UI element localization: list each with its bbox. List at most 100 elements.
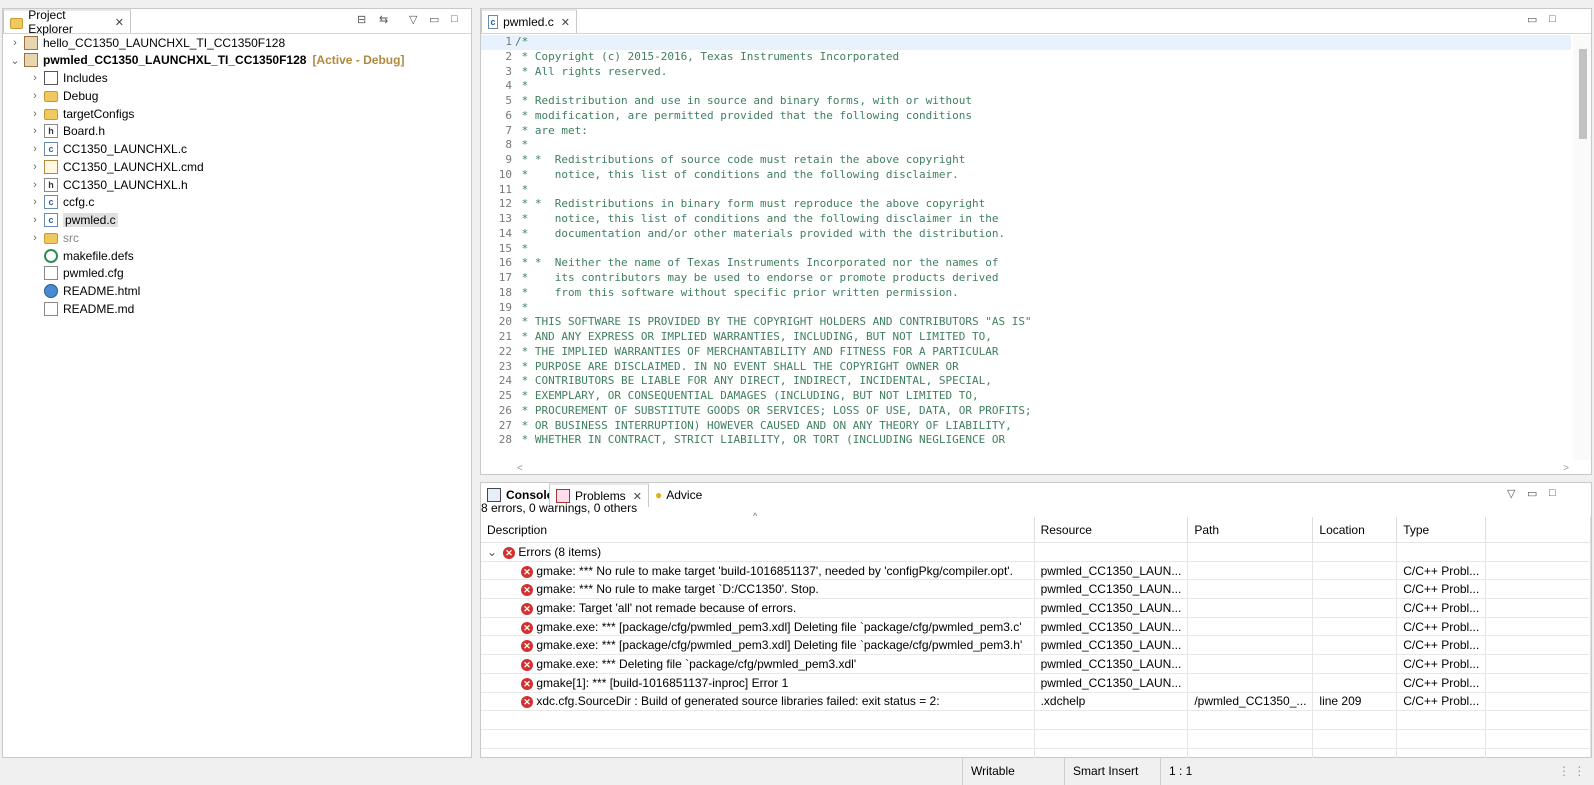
problem-resource: pwmled_CC1350_LAUN...: [1034, 598, 1189, 618]
tree-item[interactable]: › c pwmled.c: [29, 212, 118, 229]
link-editor-icon[interactable]: ⇆: [379, 13, 388, 26]
chevron-right-icon[interactable]: ›: [29, 179, 41, 191]
minimize-icon[interactable]: ▭: [1527, 487, 1537, 500]
c-file-icon: c: [488, 15, 499, 29]
code-text: * * Redistributions in binary form must …: [515, 197, 986, 211]
project-name: pwmled_CC1350_LAUNCHXL_TI_CC1350F128: [43, 53, 307, 68]
scroll-left-icon[interactable]: <: [517, 463, 523, 474]
problem-description[interactable]: ✕ gmake: *** No rule to make target `D:/…: [481, 579, 1035, 600]
problem-row[interactable]: ✕ gmake.exe: *** [package/cfg/pwmled_pem…: [481, 635, 1591, 656]
tree-item[interactable]: › h Board.h: [29, 123, 105, 140]
project-name: hello_CC1350_LAUNCHXL_TI_CC1350F128: [43, 35, 286, 50]
tab-project-explorer[interactable]: Project Explorer ✕: [3, 8, 131, 36]
minimize-icon[interactable]: ▭: [429, 13, 439, 26]
problem-row[interactable]: ✕ gmake: *** No rule to make target 'bui…: [481, 561, 1591, 581]
problem-path: [1187, 598, 1314, 618]
errors-group-cell[interactable]: ⌄ ✕ Errors (8 items): [481, 542, 1035, 562]
problem-description[interactable]: ✕ gmake: *** No rule to make target 'bui…: [481, 561, 1035, 581]
problem-row[interactable]: ✕ gmake: *** No rule to make target `D:/…: [481, 579, 1591, 600]
view-menu-icon[interactable]: ▽: [1507, 487, 1515, 500]
collapse-all-icon[interactable]: ⊟: [357, 13, 366, 26]
vertical-scrollbar[interactable]: [1573, 35, 1591, 460]
maximize-icon[interactable]: □: [451, 13, 458, 25]
view-menu-icon[interactable]: ▽: [409, 13, 417, 26]
tree-item[interactable]: › CC1350_LAUNCHXL.cmd: [29, 158, 204, 175]
code-line: 9 * * Redistributions of source code mus…: [481, 153, 1571, 168]
code-editor[interactable]: 1/* 2 * Copyright (c) 2015-2016, Texas In…: [481, 35, 1571, 460]
maximize-icon[interactable]: □: [1549, 487, 1556, 499]
tree-item[interactable]: pwmled.cfg: [29, 265, 124, 282]
problem-row[interactable]: ✕ gmake.exe: *** Deleting file `package/…: [481, 654, 1591, 674]
problem-path: [1187, 617, 1314, 637]
chevron-right-icon[interactable]: ›: [9, 37, 21, 49]
tree-item[interactable]: › Includes: [29, 70, 108, 87]
errors-group-row[interactable]: ⌄ ✕ Errors (8 items): [481, 542, 1591, 562]
tab-advice[interactable]: ● Advice: [649, 483, 708, 507]
tree-item[interactable]: › h CC1350_LAUNCHXL.h: [29, 176, 188, 193]
line-number: 26: [498, 403, 512, 417]
tree-item[interactable]: README.html: [29, 283, 140, 300]
problem-path: [1187, 673, 1314, 693]
tree-item[interactable]: README.md: [29, 300, 134, 317]
problem-row[interactable]: ✕ gmake.exe: *** [package/cfg/pwmled_pem…: [481, 617, 1591, 637]
problem-resource: pwmled_CC1350_LAUN...: [1034, 579, 1189, 600]
problem-description-text: gmake.exe: *** [package/cfg/pwmled_pem3.…: [536, 619, 1022, 634]
project-icon: [24, 53, 38, 68]
problem-row[interactable]: ✕ gmake[1]: *** [build-1016851137-inproc…: [481, 673, 1591, 693]
tree-item[interactable]: › c CC1350_LAUNCHXL.c: [29, 141, 187, 158]
problem-resource: pwmled_CC1350_LAUN...: [1034, 654, 1189, 674]
problem-description[interactable]: ✕ gmake.exe: *** Deleting file `package/…: [481, 654, 1035, 674]
chevron-right-icon[interactable]: ›: [29, 161, 41, 173]
filler-cell: [1485, 617, 1591, 637]
problem-description[interactable]: ✕ gmake.exe: *** [package/cfg/pwmled_pem…: [481, 635, 1035, 656]
line-number: 9: [505, 153, 512, 166]
problem-description[interactable]: ✕ gmake: Target 'all' not remade because…: [481, 598, 1035, 618]
problem-description[interactable]: ✕ gmake[1]: *** [build-1016851137-inproc…: [481, 673, 1035, 693]
chevron-right-icon[interactable]: ›: [29, 72, 41, 84]
maximize-icon[interactable]: □: [1549, 13, 1556, 25]
code-line: 25 * EXEMPLARY, OR CONSEQUENTIAL DAMAGES…: [481, 389, 1571, 404]
project-item[interactable]: › hello_CC1350_LAUNCHXL_TI_CC1350F128: [9, 34, 291, 51]
tree-item[interactable]: › src: [29, 229, 79, 246]
chevron-right-icon[interactable]: ›: [29, 143, 41, 155]
scrollbar-thumb[interactable]: [1579, 49, 1587, 139]
problem-description[interactable]: ✕ xdc.cfg.SourceDir : Build of generated…: [481, 692, 1035, 712]
active-badge: [Active - Debug]: [312, 53, 405, 68]
line-number: 2: [505, 49, 512, 63]
filler-cell: [1485, 579, 1591, 600]
minimize-icon[interactable]: ▭: [1527, 13, 1537, 26]
tab-pwmled-c[interactable]: c pwmled.c ✕: [481, 9, 577, 33]
tree-item[interactable]: makefile.defs: [29, 247, 134, 264]
chevron-right-icon[interactable]: ›: [29, 232, 41, 244]
chevron-right-icon[interactable]: ›: [29, 125, 41, 137]
tree-item[interactable]: › targetConfigs: [29, 105, 134, 122]
problem-row[interactable]: ✕ gmake: Target 'all' not remade because…: [481, 598, 1591, 618]
chevron-right-icon[interactable]: ›: [29, 108, 41, 120]
close-icon[interactable]: ✕: [561, 16, 570, 29]
chevron-right-icon[interactable]: ›: [29, 214, 41, 226]
tree-item[interactable]: › c ccfg.c: [29, 194, 94, 211]
problem-description[interactable]: ✕ gmake.exe: *** [package/cfg/pwmled_pem…: [481, 617, 1035, 637]
line-number: 8: [505, 138, 512, 152]
chevron-down-icon[interactable]: ⌄: [487, 545, 497, 559]
code-line: 2 * Copyright (c) 2015-2016, Texas Instr…: [481, 50, 1571, 65]
column-resource[interactable]: Resource: [1034, 517, 1189, 543]
chevron-right-icon[interactable]: ›: [29, 196, 41, 208]
project-item[interactable]: ⌄ pwmled_CC1350_LAUNCHXL_TI_CC1350F128 [Ac…: [9, 52, 404, 69]
code-text: /*: [515, 35, 529, 48]
close-icon[interactable]: ✕: [115, 16, 124, 29]
status-bar: Writable Smart Insert 1 : 1 ⋮ ⋮: [0, 758, 1594, 785]
column-description[interactable]: Description: [481, 517, 1035, 543]
chevron-down-icon[interactable]: ⌄: [9, 54, 21, 67]
column-type[interactable]: Type: [1396, 517, 1487, 543]
column-location[interactable]: Location: [1312, 517, 1398, 543]
problem-row[interactable]: ✕ xdc.cfg.SourceDir : Build of generated…: [481, 692, 1591, 712]
tree-item[interactable]: › Debug: [29, 87, 98, 104]
status-grip-icon: ⋮ ⋮: [1558, 764, 1586, 778]
code-line: 26 * PROCUREMENT OF SUBSTITUTE GOODS OR …: [481, 404, 1571, 419]
problem-path: [1187, 579, 1314, 600]
scroll-right-icon[interactable]: >: [1563, 463, 1569, 474]
problem-location: line 209: [1312, 692, 1398, 712]
chevron-right-icon[interactable]: ›: [29, 90, 41, 102]
column-path[interactable]: Path: [1187, 517, 1314, 543]
